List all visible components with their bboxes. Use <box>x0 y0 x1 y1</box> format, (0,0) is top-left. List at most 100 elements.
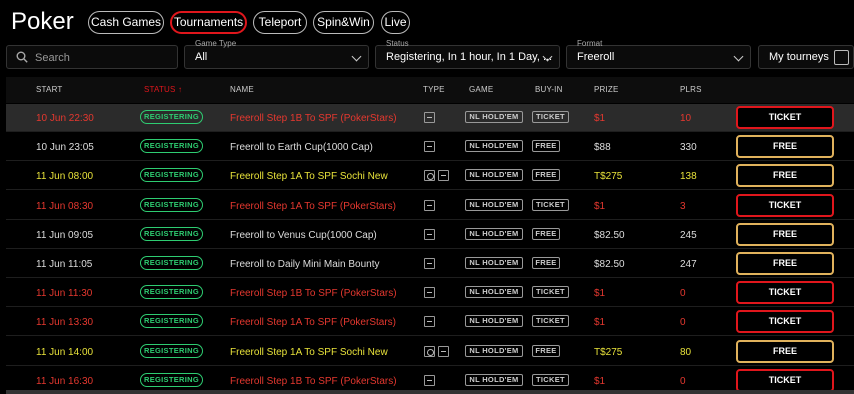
prize: $1 <box>594 113 606 124</box>
col-type[interactable]: TYPE <box>423 85 445 94</box>
buyin-tag: TICKET <box>532 374 569 386</box>
game-type-select[interactable]: Game Type All <box>184 39 369 69</box>
status-badge: REGISTERING <box>140 110 203 124</box>
col-buyin[interactable]: BUY-IN <box>535 85 563 94</box>
prize: T$275 <box>594 347 623 358</box>
table-row[interactable]: 11 Jun 14:00 REGISTERING Freeroll Step 1A … <box>6 338 854 366</box>
ticket-button[interactable]: TICKET <box>736 310 834 333</box>
gear-icon <box>424 346 435 357</box>
game-tag: NL HOLD'EM <box>465 257 523 269</box>
status-badge: REGISTERING <box>140 256 203 270</box>
ticket-button[interactable]: TICKET <box>736 281 834 304</box>
buyin-tag: TICKET <box>532 286 569 298</box>
start-time: 11 Jun 09:05 <box>36 230 94 241</box>
status-filter-value: Registering, In 1 hour, In 1 Day, ... <box>386 51 553 63</box>
free-button[interactable]: FREE <box>736 223 834 246</box>
table-row[interactable]: 10 Jun 23:05 REGISTERING Freeroll to Earth… <box>6 133 854 161</box>
tab-tournaments[interactable]: Tournaments <box>170 11 247 34</box>
game-tag: NL HOLD'EM <box>465 286 523 298</box>
table-row[interactable]: 11 Jun 08:30 REGISTERING Freeroll Step 1A … <box>6 192 854 220</box>
format-label: Format <box>577 39 603 48</box>
prize: $82.50 <box>594 230 625 241</box>
prize: $88 <box>594 142 611 153</box>
game-tag: NL HOLD'EM <box>465 228 523 240</box>
tab-cash-games[interactable]: Cash Games <box>88 11 164 34</box>
horizontal-scrollbar[interactable] <box>6 390 854 394</box>
app-title: Poker <box>11 8 74 35</box>
start-time: 11 Jun 16:30 <box>36 376 94 387</box>
prize: $1 <box>594 317 606 328</box>
table-header: START STATUS ↑ NAME TYPE GAME BUY-IN PRI… <box>6 77 854 103</box>
status-badge: REGISTERING <box>140 344 203 358</box>
game-tag: NL HOLD'EM <box>465 199 523 211</box>
buyin-tag: TICKET <box>532 199 569 211</box>
prize: $1 <box>594 288 606 299</box>
format-value: Freeroll <box>577 51 615 63</box>
buyin-tag: FREE <box>532 345 560 357</box>
game-tag: NL HOLD'EM <box>465 169 523 181</box>
search-icon <box>16 51 28 63</box>
prize: $82.50 <box>594 259 625 270</box>
ticket-button[interactable]: TICKET <box>736 194 834 217</box>
start-time: 10 Jun 22:30 <box>36 113 94 124</box>
start-time: 11 Jun 08:00 <box>36 171 94 182</box>
table-row[interactable]: 11 Jun 11:05 REGISTERING Freeroll to Daily… <box>6 250 854 278</box>
start-time: 11 Jun 13:30 <box>36 317 94 328</box>
free-button[interactable]: FREE <box>736 135 834 158</box>
chevron-down-icon <box>351 51 362 62</box>
status-select[interactable]: Status Registering, In 1 hour, In 1 Day,… <box>375 39 560 69</box>
buyin-tag: FREE <box>532 169 560 181</box>
free-button[interactable]: FREE <box>736 252 834 275</box>
table-row[interactable]: 11 Jun 13:30 REGISTERING Freeroll Step 1A … <box>6 308 854 336</box>
my-tourneys-checkbox[interactable] <box>834 50 849 65</box>
my-tourneys-label: My tourneys <box>769 51 829 63</box>
ticket-type-icon <box>424 141 435 152</box>
col-status[interactable]: STATUS ↑ <box>144 85 182 94</box>
my-tourneys-toggle[interactable]: My tourneys <box>758 45 854 69</box>
tab-teleport[interactable]: Teleport <box>253 11 307 34</box>
status-badge: REGISTERING <box>140 285 203 299</box>
search-input[interactable] <box>35 50 170 65</box>
players-count: 0 <box>680 376 686 387</box>
search-field[interactable] <box>6 45 178 69</box>
players-count: 247 <box>680 259 697 270</box>
status-filter-label: Status <box>386 39 409 48</box>
gear-icon <box>424 170 435 181</box>
col-plrs[interactable]: PLRS <box>680 85 702 94</box>
col-game[interactable]: GAME <box>469 85 493 94</box>
ticket-type-icon <box>424 316 435 327</box>
buyin-tag: TICKET <box>532 111 569 123</box>
tournament-name: Freeroll Step 1A To SPF Sochi New <box>230 171 388 182</box>
start-time: 11 Jun 11:30 <box>36 288 93 299</box>
tab-spin-win[interactable]: Spin&Win <box>313 11 374 34</box>
table-row[interactable]: 11 Jun 08:00 REGISTERING Freeroll Step 1A … <box>6 162 854 190</box>
prize: $1 <box>594 376 606 387</box>
tournament-name: Freeroll to Daily Mini Main Bounty <box>230 259 380 270</box>
tournament-name: Freeroll Step 1B To SPF (PokerStars) <box>230 113 397 124</box>
status-badge: REGISTERING <box>140 198 203 212</box>
table-row[interactable]: 11 Jun 11:30 REGISTERING Freeroll Step 1B … <box>6 279 854 307</box>
status-badge: REGISTERING <box>140 373 203 387</box>
col-name[interactable]: NAME <box>230 85 254 94</box>
game-tag: NL HOLD'EM <box>465 345 523 357</box>
tab-live[interactable]: Live <box>381 11 410 34</box>
col-prize[interactable]: PRIZE <box>594 85 619 94</box>
format-select[interactable]: Format Freeroll <box>566 39 751 69</box>
players-count: 245 <box>680 230 697 241</box>
start-time: 11 Jun 11:05 <box>36 259 93 270</box>
free-button[interactable]: FREE <box>736 340 834 363</box>
ticket-button[interactable]: TICKET <box>736 106 834 129</box>
players-count: 10 <box>680 113 692 124</box>
table-row[interactable]: 11 Jun 09:05 REGISTERING Freeroll to Venus… <box>6 221 854 249</box>
top-bar: Poker Cash Games Tournaments Teleport Spin&… <box>0 0 854 44</box>
tournament-name: Freeroll Step 1B To SPF (PokerStars) <box>230 376 397 387</box>
free-button[interactable]: FREE <box>736 164 834 187</box>
players-count: 330 <box>680 142 697 153</box>
tournament-name: Freeroll Step 1A To SPF (PokerStars) <box>230 317 396 328</box>
col-start[interactable]: START <box>36 85 62 94</box>
table-row[interactable]: 10 Jun 22:30 REGISTERING Freeroll Step 1B … <box>6 104 854 132</box>
tournament-name: Freeroll to Earth Cup(1000 Cap) <box>230 142 373 153</box>
prize: T$275 <box>594 171 623 182</box>
ticket-button[interactable]: TICKET <box>736 369 834 392</box>
buyin-tag: FREE <box>532 257 560 269</box>
